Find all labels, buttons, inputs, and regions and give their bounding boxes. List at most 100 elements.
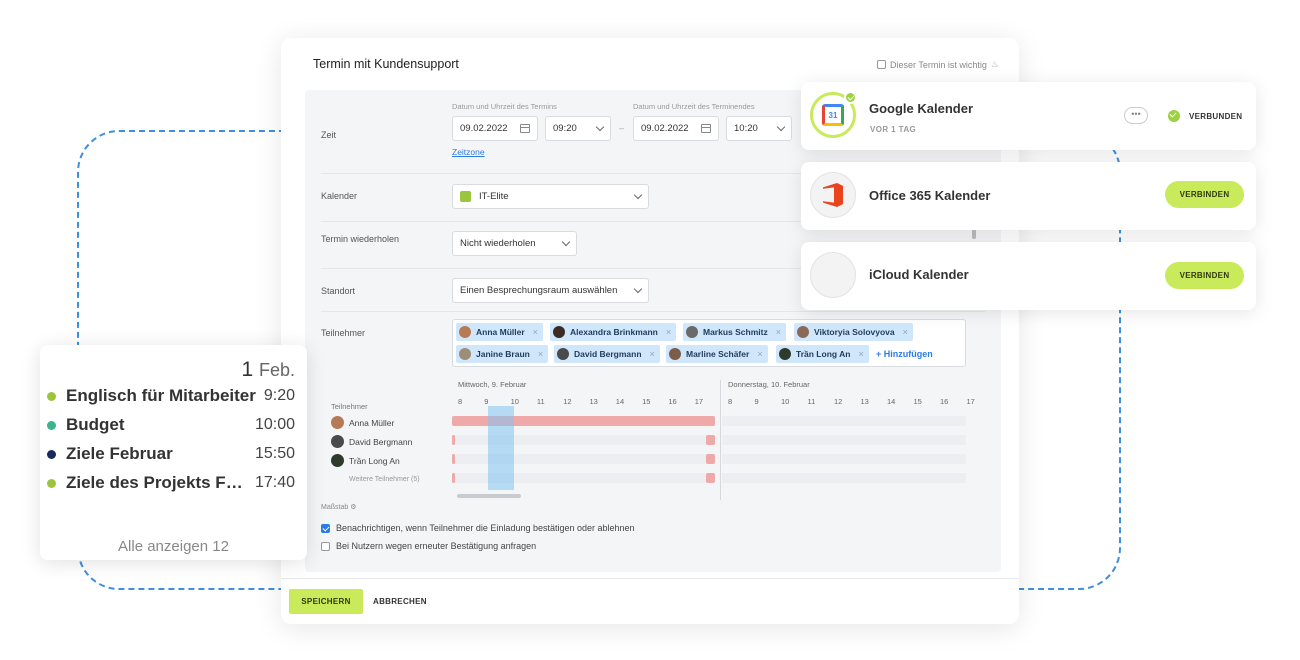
save-button[interactable]: SPEICHERN xyxy=(289,589,363,614)
remove-icon[interactable]: × xyxy=(666,327,671,337)
agenda-item[interactable]: Budget 10:00 xyxy=(47,414,295,436)
participant-name: Marline Schäfer xyxy=(686,349,750,359)
timeline-person: Trần Long An xyxy=(331,454,400,467)
day-label: Donnerstag, 10. Februar xyxy=(728,380,810,389)
hour-label: 13 xyxy=(860,397,869,406)
reconfirm-checkbox[interactable] xyxy=(321,541,330,551)
add-participant-button[interactable]: + Hinzufügen xyxy=(876,349,933,359)
connect-button[interactable]: VERBINDEN xyxy=(1165,181,1244,208)
reconfirm-label: Bei Nutzern wegen erneuter Bestätigung a… xyxy=(336,541,537,551)
timeline-participants-header: Teilnehmer xyxy=(331,402,368,411)
hour-label: 14 xyxy=(615,397,625,406)
repeat-value: Nicht wiederholen xyxy=(460,238,536,249)
participant-name: David Bergmann xyxy=(574,349,642,359)
hour-label: 17 xyxy=(966,397,975,406)
timeline-scrollbar[interactable] xyxy=(457,494,521,498)
scale-label-text: Maßstab xyxy=(321,504,349,511)
avatar xyxy=(459,326,471,338)
remove-icon[interactable]: × xyxy=(533,327,538,337)
start-date-field[interactable]: 09.02.2022 xyxy=(452,116,538,141)
important-checkbox[interactable] xyxy=(877,60,887,69)
agenda-item[interactable]: Englisch für Mitarbeiter 9:20 xyxy=(47,385,295,407)
remove-icon[interactable]: × xyxy=(538,349,543,359)
avatar xyxy=(331,416,344,429)
participant-chip[interactable]: David Bergmann × xyxy=(554,345,660,363)
calendar-label: Kalender xyxy=(321,191,358,201)
participant-chip[interactable]: Viktoryia Solovyova × xyxy=(794,323,913,341)
participant-name: Markus Schmitz xyxy=(703,327,768,337)
google-calendar-icon: 31 xyxy=(822,104,844,126)
participant-chip[interactable]: Marline Schäfer × xyxy=(666,345,768,363)
avatar xyxy=(553,326,565,338)
event-color-dot xyxy=(47,449,56,459)
chevron-down-icon xyxy=(633,284,643,293)
integration-name: iCloud Kalender xyxy=(869,267,969,282)
integration-name: Office 365 Kalender xyxy=(869,188,991,203)
end-time-value: 10:20 xyxy=(734,123,758,134)
person-name: Anna Müller xyxy=(349,417,395,428)
selected-timeslot[interactable] xyxy=(488,406,514,490)
icloud-logo xyxy=(810,252,856,298)
calendar-value: IT-Elite xyxy=(479,191,509,202)
notify-option[interactable]: Benachrichtigen, wenn Teilnehmer die Ein… xyxy=(321,523,635,533)
divider xyxy=(321,311,985,312)
agenda-item[interactable]: Ziele Februar 15:50 xyxy=(47,443,295,465)
remove-icon[interactable]: × xyxy=(776,327,781,337)
hour-label: 16 xyxy=(940,397,949,406)
office365-logo xyxy=(810,172,856,218)
day-separator xyxy=(720,380,721,500)
start-datetime-label: Datum und Uhrzeit des Termins xyxy=(452,102,557,111)
timezone-link[interactable]: Zeitzone xyxy=(452,147,485,157)
start-time-value: 09:20 xyxy=(553,123,577,134)
participant-chip[interactable]: Anna Müller × xyxy=(456,323,543,341)
event-color-dot xyxy=(47,391,56,401)
participant-name: Viktoryia Solovyova xyxy=(814,327,895,337)
end-date-field[interactable]: 09.02.2022 xyxy=(633,116,719,141)
important-toggle[interactable]: Dieser Termin ist wichtig ♨ xyxy=(877,59,999,70)
remove-icon[interactable]: × xyxy=(757,349,762,359)
busy-block xyxy=(706,473,715,483)
remove-icon[interactable]: × xyxy=(903,327,908,337)
availability-timeline[interactable]: Mittwoch, 9. Februar Donnerstag, 10. Feb… xyxy=(452,380,975,500)
participant-chip[interactable]: Trần Long An × xyxy=(776,345,869,363)
location-label: Standort xyxy=(321,286,356,296)
flame-icon: ♨ xyxy=(990,59,999,69)
end-time-select[interactable]: 10:20 xyxy=(726,116,792,141)
start-time-select[interactable]: 09:20 xyxy=(545,116,611,141)
participants-input[interactable]: Anna Müller × Alexandra Brinkmann × Markus… xyxy=(452,319,966,367)
participant-chip[interactable]: Janine Braun × xyxy=(456,345,549,363)
remove-icon[interactable]: × xyxy=(858,349,863,359)
gear-icon: ⚙ xyxy=(350,504,357,511)
notify-checkbox[interactable] xyxy=(321,523,330,533)
timeline-row xyxy=(722,473,966,483)
repeat-select[interactable]: Nicht wiederholen xyxy=(452,231,577,256)
footer-divider xyxy=(281,578,1019,579)
connection-status: VERBUNDEN xyxy=(1189,112,1243,121)
more-options-button[interactable]: ••• xyxy=(1124,107,1148,124)
modal-title: Termin mit Kundensupport xyxy=(313,57,459,71)
participant-chip[interactable]: Alexandra Brinkmann × xyxy=(550,323,677,341)
more-participants-label[interactable]: Weitere Teilnehmer (5) xyxy=(349,476,420,483)
agenda-item[interactable]: Ziele des Projekts Februar 17:40 xyxy=(47,472,295,494)
busy-block xyxy=(452,454,455,464)
scale-label[interactable]: Maßstab ⚙ xyxy=(321,503,356,511)
calendar-color-swatch xyxy=(460,191,471,202)
participant-chip[interactable]: Markus Schmitz × xyxy=(683,323,786,341)
avatar xyxy=(557,348,569,360)
check-circle-icon xyxy=(1168,110,1180,122)
end-datetime-label: Datum und Uhrzeit des Terminendes xyxy=(633,102,755,111)
avatar xyxy=(459,348,471,360)
location-select[interactable]: Einen Besprechungsraum auswählen xyxy=(452,278,649,303)
repeat-label: Termin wiederholen xyxy=(321,234,400,244)
remove-icon[interactable]: × xyxy=(650,349,655,359)
cancel-button[interactable]: ABBRECHEN xyxy=(373,597,427,606)
day-label: Mittwoch, 9. Februar xyxy=(458,380,527,389)
show-all-link[interactable]: Alle anzeigen 12 xyxy=(40,538,307,555)
reconfirm-option[interactable]: Bei Nutzern wegen erneuter Bestätigung a… xyxy=(321,541,536,551)
connect-button[interactable]: VERBINDEN xyxy=(1165,262,1244,289)
hour-label: 12 xyxy=(563,397,572,406)
hour-label: 8 xyxy=(728,397,733,406)
calendar-select[interactable]: IT-Elite xyxy=(452,184,649,209)
timeline-person: David Bergmann xyxy=(331,435,412,448)
event-color-dot xyxy=(47,420,56,430)
